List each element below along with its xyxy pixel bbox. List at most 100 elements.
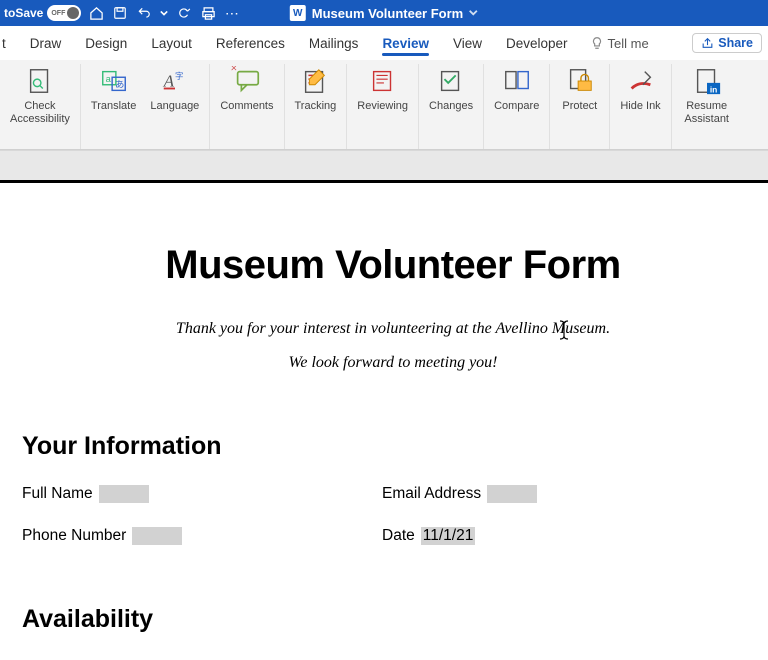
form-title: Museum Volunteer Form xyxy=(22,243,764,288)
share-button[interactable]: Share xyxy=(692,33,762,53)
date-label: Date xyxy=(382,527,415,545)
fields-grid: Full Name Email Address Phone Number Dat… xyxy=(22,485,764,545)
group-resume: in Resume Assistant xyxy=(672,64,732,149)
text-cursor-icon xyxy=(557,319,571,347)
bulb-icon xyxy=(590,36,604,50)
group-tracking: Tracking xyxy=(285,64,348,149)
title-bar: toSave OFF ⋯ W Museum Volunteer Form xyxy=(0,0,768,26)
reviewing-label: Reviewing xyxy=(357,100,408,113)
form-intro-1: Thank you for your interest in volunteer… xyxy=(22,320,764,338)
more-icon[interactable]: ⋯ xyxy=(223,4,241,22)
protect-icon xyxy=(564,66,596,96)
full-name-input[interactable] xyxy=(99,485,149,503)
group-protect: Protect xyxy=(550,64,610,149)
resume-assistant-button[interactable]: in Resume Assistant xyxy=(684,66,729,125)
document-page[interactable]: Museum Volunteer Form Thank you for your… xyxy=(0,180,768,660)
word-logo-icon: W xyxy=(290,5,306,21)
full-name-label: Full Name xyxy=(22,485,93,503)
group-comments: Comments xyxy=(210,64,284,149)
group-changes: Changes xyxy=(419,64,484,149)
email-input[interactable] xyxy=(487,485,537,503)
ink-icon xyxy=(625,66,657,96)
document-title[interactable]: Museum Volunteer Form xyxy=(312,6,463,21)
reviewing-icon xyxy=(367,66,399,96)
date-value[interactable]: 11/1/21 xyxy=(421,527,476,545)
tell-me-label: Tell me xyxy=(608,36,649,51)
comments-label: Comments xyxy=(220,100,273,113)
changes-button[interactable]: Changes xyxy=(429,66,473,113)
tab-references[interactable]: References xyxy=(204,26,297,60)
print-icon[interactable] xyxy=(199,4,217,22)
check-accessibility-button[interactable]: Check Accessibility xyxy=(10,66,70,125)
compare-button[interactable]: Compare xyxy=(494,66,539,113)
tab-review[interactable]: Review xyxy=(370,26,441,60)
language-label: Language xyxy=(150,100,199,113)
svg-text:in: in xyxy=(709,84,716,94)
changes-label: Changes xyxy=(429,100,473,113)
switch-knob xyxy=(67,7,79,19)
group-language: aあ Translate A字 Language xyxy=(81,64,210,149)
tracking-button[interactable]: Tracking xyxy=(295,66,337,113)
resume-icon: in xyxy=(692,66,722,96)
tell-me[interactable]: Tell me xyxy=(580,36,649,51)
tab-mailings[interactable]: Mailings xyxy=(297,26,371,60)
compare-label: Compare xyxy=(494,100,539,113)
tab-draw[interactable]: Draw xyxy=(18,26,74,60)
svg-text:a: a xyxy=(105,74,111,84)
undo-icon[interactable] xyxy=(135,4,153,22)
section-availability: Availability xyxy=(22,605,764,634)
changes-icon xyxy=(435,66,467,96)
save-icon[interactable] xyxy=(111,4,129,22)
comment-icon xyxy=(231,66,263,96)
section-your-information: Your Information xyxy=(22,432,764,461)
hide-ink-label: Hide Ink xyxy=(620,100,660,113)
autosave-label: toSave xyxy=(4,6,43,20)
email-label: Email Address xyxy=(382,485,481,503)
ribbon-tabs: t Draw Design Layout References Mailings… xyxy=(0,26,768,60)
protect-label: Protect xyxy=(562,100,597,113)
tracking-label: Tracking xyxy=(295,100,337,113)
autosave-toggle[interactable]: toSave OFF xyxy=(4,5,81,21)
accessibility-icon xyxy=(25,66,55,96)
resume-label: Resume Assistant xyxy=(684,100,729,125)
titlebar-center: W Museum Volunteer Form xyxy=(290,5,478,21)
hide-ink-button[interactable]: Hide Ink xyxy=(620,66,660,113)
translate-icon: aあ xyxy=(99,66,129,96)
share-icon xyxy=(701,37,714,50)
field-full-name: Full Name xyxy=(22,485,382,503)
home-icon[interactable] xyxy=(87,4,105,22)
language-icon: A字 xyxy=(160,66,190,96)
svg-text:字: 字 xyxy=(175,71,183,81)
chevron-down-icon[interactable] xyxy=(469,6,478,20)
chevron-down-icon[interactable] xyxy=(159,4,169,22)
tab-layout[interactable]: Layout xyxy=(139,26,204,60)
protect-button[interactable]: Protect xyxy=(562,66,597,113)
tracking-icon xyxy=(299,66,331,96)
share-label: Share xyxy=(718,36,753,50)
check-accessibility-label: Check Accessibility xyxy=(10,100,70,125)
phone-label: Phone Number xyxy=(22,527,126,545)
group-accessibility: Check Accessibility xyxy=(0,64,81,149)
phone-input[interactable] xyxy=(132,527,182,545)
redo-icon[interactable] xyxy=(175,4,193,22)
group-ink: Hide Ink xyxy=(610,64,671,149)
tab-developer[interactable]: Developer xyxy=(494,26,580,60)
translate-label: Translate xyxy=(91,100,136,113)
tab-design[interactable]: Design xyxy=(73,26,139,60)
group-reviewing: Reviewing xyxy=(347,64,419,149)
titlebar-left: toSave OFF ⋯ xyxy=(0,4,241,22)
tab-partial[interactable]: t xyxy=(2,26,18,60)
form-intro-2: We look forward to meeting you! xyxy=(22,354,764,372)
switch-icon: OFF xyxy=(47,5,81,21)
field-phone: Phone Number xyxy=(22,527,382,545)
compare-icon xyxy=(501,66,533,96)
canvas-gap xyxy=(0,150,768,180)
tab-view[interactable]: View xyxy=(441,26,494,60)
field-date: Date 11/1/21 xyxy=(382,527,764,545)
translate-button[interactable]: aあ Translate xyxy=(91,66,136,113)
language-button[interactable]: A字 Language xyxy=(150,66,199,113)
reviewing-button[interactable]: Reviewing xyxy=(357,66,408,113)
ribbon: Check Accessibility aあ Translate A字 Lang… xyxy=(0,60,768,150)
switch-off-text: OFF xyxy=(51,10,65,17)
comments-button[interactable]: Comments xyxy=(220,66,273,113)
